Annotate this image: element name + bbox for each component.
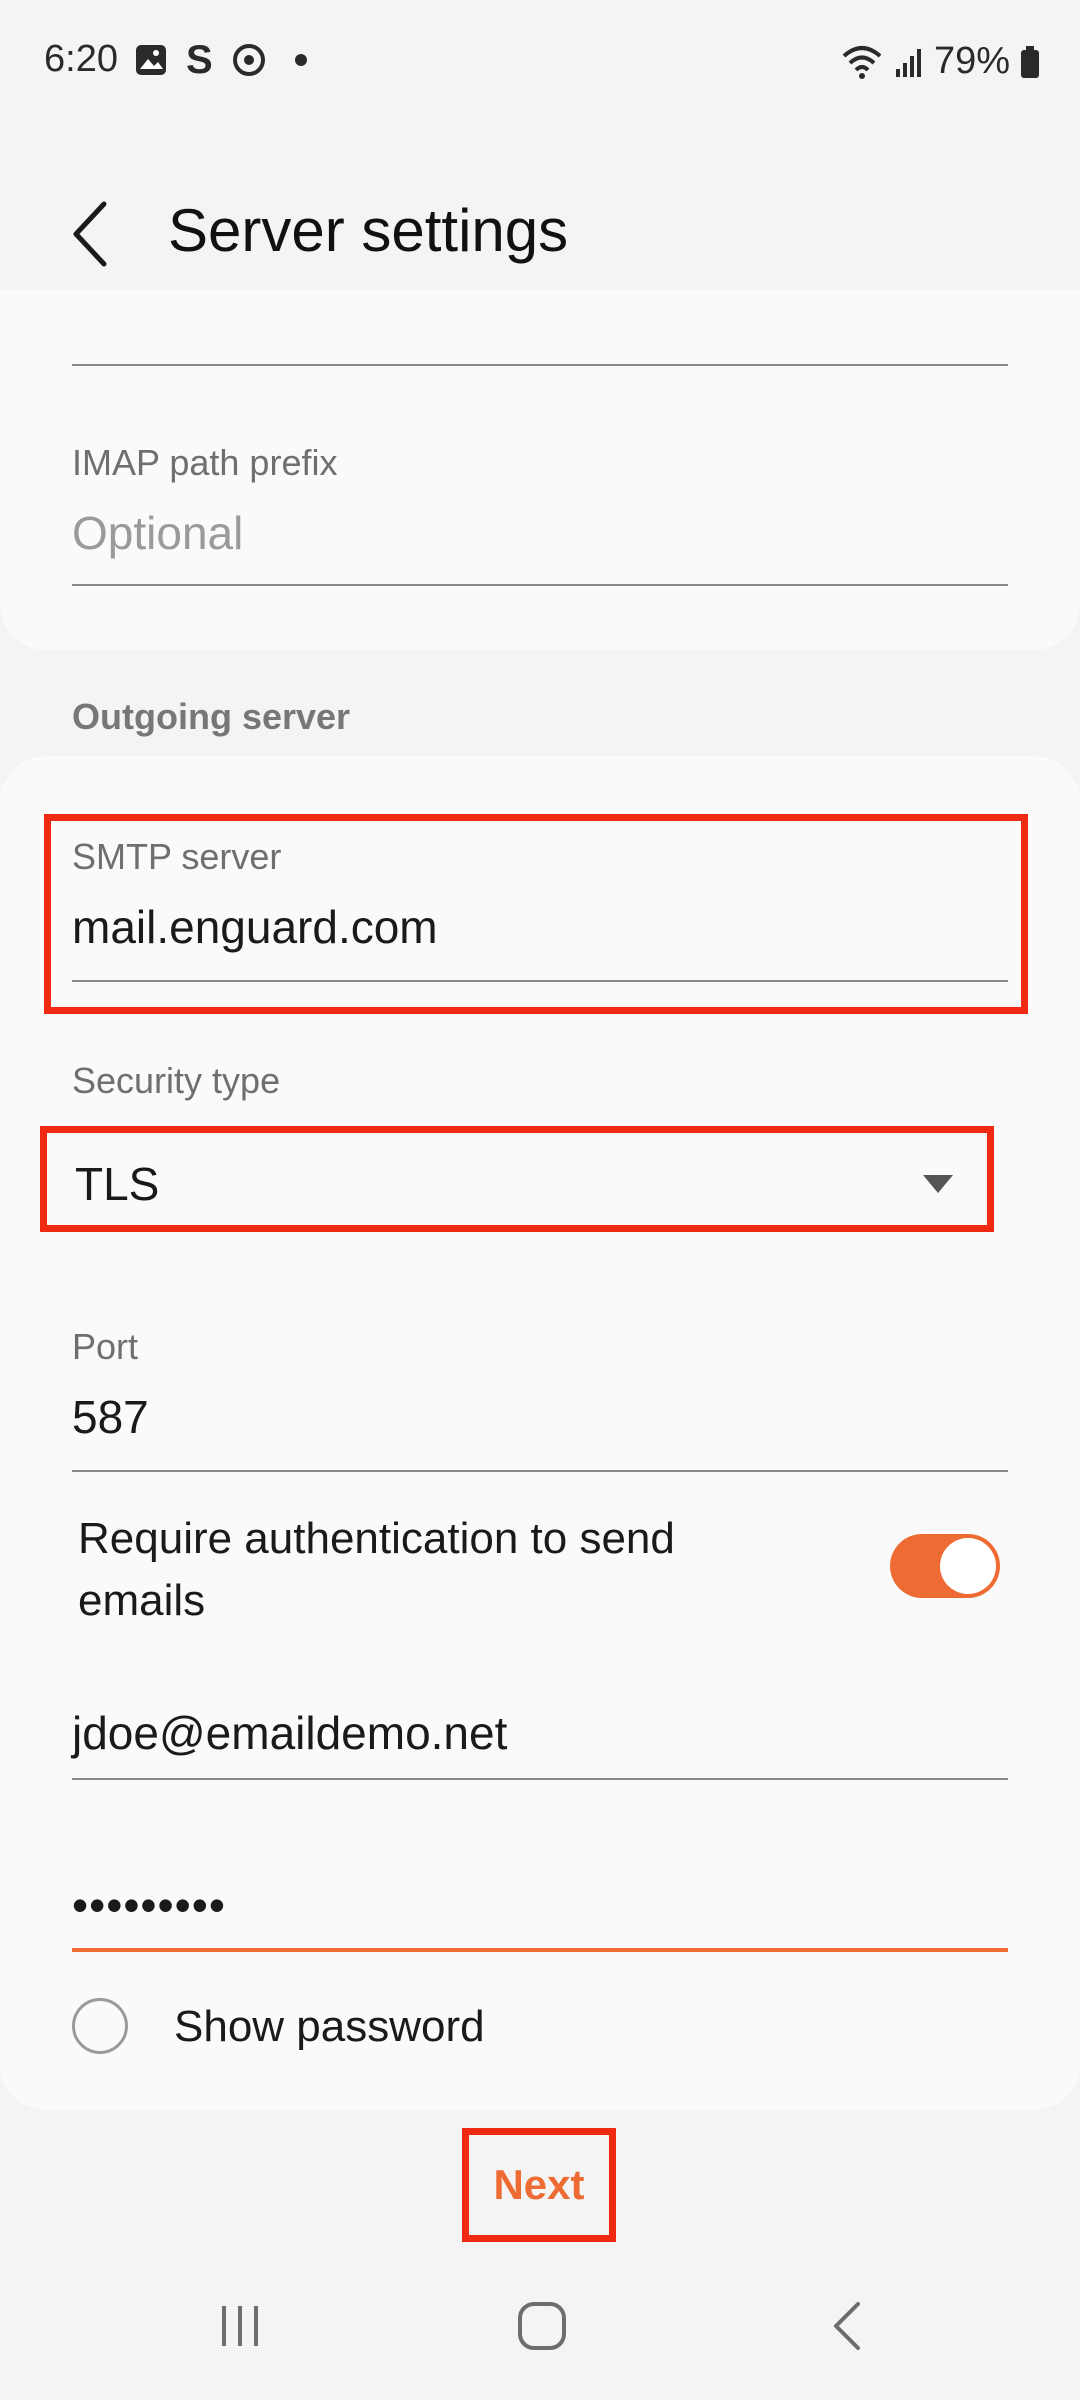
recent-apps-icon[interactable] [216,2302,264,2350]
security-type-value: TLS [75,1158,160,1210]
status-right: 79% [840,40,1040,83]
username-input[interactable]: jdoe@emaildemo.net [72,1706,507,1760]
port-input[interactable]: 587 [72,1390,149,1444]
notification-icons: S [134,37,307,82]
s-app-icon: S [186,37,213,82]
outgoing-server-header: Outgoing server [72,696,351,737]
password-underline [72,1948,1008,1952]
dropdown-arrow-icon [923,1175,953,1193]
security-type-dropdown[interactable]: TLS [40,1126,994,1232]
password-input[interactable]: ••••••••• [72,1878,226,1932]
dot-icon [294,54,307,66]
previous-field-underline [72,364,1008,366]
username-underline [72,1778,1008,1780]
smtp-server-underline [72,980,1008,982]
imap-path-prefix-label: IMAP path prefix [72,442,338,483]
battery-icon [1021,45,1039,78]
back-icon[interactable] [828,2300,868,2352]
image-icon [136,45,166,75]
sync-icon [232,44,265,76]
page-title: Server settings [168,197,569,264]
status-time: 6:20 [44,38,118,80]
show-password-checkbox[interactable] [72,1998,128,2054]
navigation-bar [0,2260,1080,2400]
smtp-server-input[interactable]: mail.enguard.com [72,900,438,954]
next-button[interactable]: Next [462,2128,616,2242]
imap-path-prefix-underline [72,584,1008,586]
require-auth-toggle[interactable] [890,1534,1000,1598]
require-auth-label: Require authentication to send emails [78,1514,675,1625]
battery-percent: 79% [933,40,1010,82]
home-icon[interactable] [516,2300,568,2352]
wifi-icon [842,45,882,79]
toggle-knob [940,1538,996,1594]
status-bar: 6:20 S 79% [0,0,1080,120]
smtp-server-label: SMTP server [72,836,282,877]
port-label: Port [72,1326,139,1367]
security-type-label: Security type [72,1060,281,1101]
back-chevron-icon [73,201,107,267]
show-password-label: Show password [174,2002,485,2051]
signal-icon [895,48,921,77]
port-underline [72,1470,1008,1472]
back-button[interactable] [60,196,130,272]
imap-path-prefix-input[interactable]: Optional [72,506,243,560]
